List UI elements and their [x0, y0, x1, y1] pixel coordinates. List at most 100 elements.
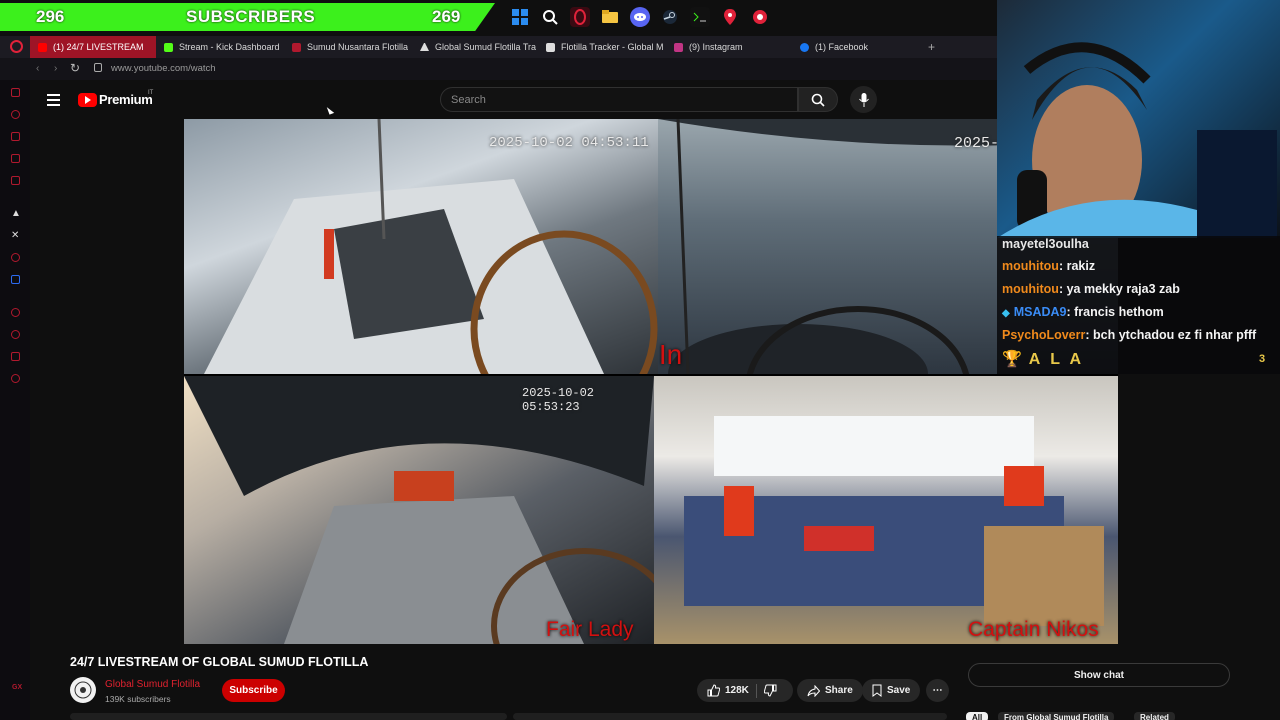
sidebar-youtube-icon[interactable] [11, 253, 20, 262]
sidebar-shield-icon[interactable] [11, 275, 20, 284]
subscriber-count-right: 269 [432, 7, 461, 26]
opera-logo-icon[interactable] [10, 40, 23, 53]
more-actions-button[interactable]: ⋯ [926, 679, 949, 702]
sidebar-cube-icon[interactable] [11, 352, 20, 361]
cam-3-timestamp: 2025-10-02 05:53:23 [522, 386, 595, 414]
chat-alert-banner: 🏆 A L A [1002, 349, 1084, 369]
youtube-logo-icon[interactable] [78, 93, 97, 107]
discord-icon[interactable] [630, 7, 650, 27]
tab-kick-dashboard[interactable]: Stream - Kick Dashboard [156, 36, 284, 58]
search-input[interactable] [441, 88, 797, 111]
tab-sumud-nusantara[interactable]: Sumud Nusantara Flotilla [284, 36, 412, 58]
sailboat-deck-image [204, 119, 658, 374]
cam-2-timestamp: 2025- [954, 135, 1000, 152]
forward-icon[interactable]: › [54, 63, 57, 74]
terminal-icon[interactable] [690, 7, 710, 27]
tab-instagram[interactable]: (9) Instagram [666, 36, 792, 58]
back-icon[interactable]: ‹ [36, 63, 39, 74]
chat-message: ◆ MSADA9: francis hethom [1002, 305, 1164, 319]
url-field[interactable]: www.youtube.com/watch [111, 63, 216, 74]
sidebar-twitch-icon[interactable] [11, 154, 20, 163]
flotilla-favicon-icon [292, 42, 301, 52]
search-icon[interactable] [540, 7, 560, 27]
sidebar-x-icon[interactable]: ✕ [11, 230, 20, 241]
reload-icon[interactable]: ↻ [70, 61, 80, 75]
new-tab-button[interactable]: + [928, 40, 935, 54]
youtube-favicon-icon [38, 42, 47, 52]
comments-box-edge [513, 713, 947, 720]
tab-label: Global Sumud Flotilla Tra [435, 42, 537, 52]
sidebar-player-icon[interactable] [11, 308, 20, 317]
share-button[interactable]: Share [797, 679, 863, 702]
chat-message: PsychoLoverr: bch ytchadou ez fi nhar pf… [1002, 328, 1256, 342]
chat-overlay: mayetel3oulha mouhitou: rakiz mouhitou: … [997, 236, 1280, 374]
windows-icon[interactable] [510, 7, 530, 27]
search-icon [811, 93, 825, 107]
instagram-favicon-icon [674, 42, 683, 52]
folder-icon[interactable] [600, 7, 620, 27]
chat-username: mayetel3oulha [1002, 237, 1089, 251]
facebook-favicon-icon [800, 42, 809, 52]
chat-username: mouhitou [1002, 259, 1059, 273]
cam-4-boat-name: Captain Nikos [968, 618, 1099, 641]
chat-text: : bch ytchadou ez fi nhar pfff [1085, 328, 1257, 342]
show-chat-button[interactable]: Show chat [968, 663, 1230, 687]
tab-label: (1) Facebook [815, 42, 869, 52]
save-button[interactable]: Save [862, 679, 921, 702]
triangle-favicon-icon [420, 43, 429, 51]
cam-3-boat-name: Fair Lady [546, 618, 634, 641]
sidebar-aria-icon[interactable]: ▲ [11, 208, 21, 219]
like-count: 128K [725, 685, 749, 696]
divider [755, 683, 757, 698]
boat-cabin-image [684, 416, 1104, 626]
description-box-edge [70, 713, 507, 720]
voice-search-button[interactable] [850, 86, 877, 113]
tab-flotilla-tracker-a[interactable]: Global Sumud Flotilla Tra [412, 36, 538, 58]
sidebar-bag-icon[interactable] [11, 132, 20, 141]
subscribe-button[interactable]: Subscribe [222, 679, 285, 702]
sidebar-settings-icon[interactable] [11, 374, 20, 383]
thumbs-down-icon[interactable] [763, 684, 777, 697]
chip-related[interactable]: Related [1134, 712, 1175, 720]
cam-1-timestamp: 2025-10-02 04:53:11 [489, 135, 649, 151]
channel-avatar[interactable] [70, 677, 96, 703]
chip-all[interactable]: All [966, 712, 989, 720]
tracker-favicon-icon [546, 42, 555, 52]
kick-favicon-icon [164, 42, 173, 52]
menu-icon[interactable] [47, 94, 60, 109]
lock-icon [94, 63, 102, 72]
tab-facebook[interactable]: (1) Facebook [792, 36, 920, 58]
sidebar-history-icon[interactable] [11, 110, 20, 119]
search-button[interactable] [798, 87, 838, 112]
sidebar-messenger-icon[interactable] [11, 176, 20, 185]
chat-alert-count: 3 [1259, 353, 1266, 365]
tab-label: (1) 24/7 LIVESTREAM [53, 42, 144, 52]
tab-flotilla-tracker-b[interactable]: Flotilla Tracker - Global M [538, 36, 666, 58]
thumbs-up-icon [707, 684, 720, 697]
chat-message: mayetel3oulha [1002, 237, 1089, 251]
camera-feed-1: 2025-10-02 04:53:11 [184, 119, 658, 374]
chip-from-channel[interactable]: From Global Sumud Flotilla [998, 712, 1115, 720]
trophy-icon: 🏆 [1002, 351, 1022, 368]
youtube-premium-label[interactable]: Premium [99, 92, 153, 107]
bookmark-icon [872, 684, 882, 697]
channel-name[interactable]: Global Sumud Flotilla [105, 679, 200, 690]
steam-icon[interactable] [660, 7, 680, 27]
badge-diamond-icon: ◆ [1002, 308, 1010, 319]
subscriber-count: 139K subscribers [105, 694, 171, 704]
tab-livestream[interactable]: (1) 24/7 LIVESTREAM [30, 36, 156, 58]
like-button[interactable]: 128K [707, 684, 749, 697]
video-player[interactable]: 2025-10-02 04:53:11 2025- All In 2025-10… [184, 119, 1118, 644]
maps-pin-icon[interactable] [720, 7, 740, 27]
sidebar-speed-dial-icon[interactable] [11, 88, 20, 97]
opera-icon[interactable] [570, 7, 590, 27]
screen: 296 SUBSCRIBERS 269 (1) 24/7 LIVESTREAM … [0, 0, 1280, 720]
camera-feed-3: 2025-10-02 05:53:23 Fair Lady [184, 376, 654, 644]
sidebar-clock-icon[interactable] [11, 330, 20, 339]
tab-label: Flotilla Tracker - Global M [561, 42, 664, 52]
tab-label: Stream - Kick Dashboard [179, 42, 280, 52]
share-icon [807, 684, 820, 697]
chrome-icon[interactable] [750, 7, 770, 27]
chat-text: : francis hethom [1066, 305, 1164, 319]
subscriber-count-left: 296 [36, 7, 65, 26]
